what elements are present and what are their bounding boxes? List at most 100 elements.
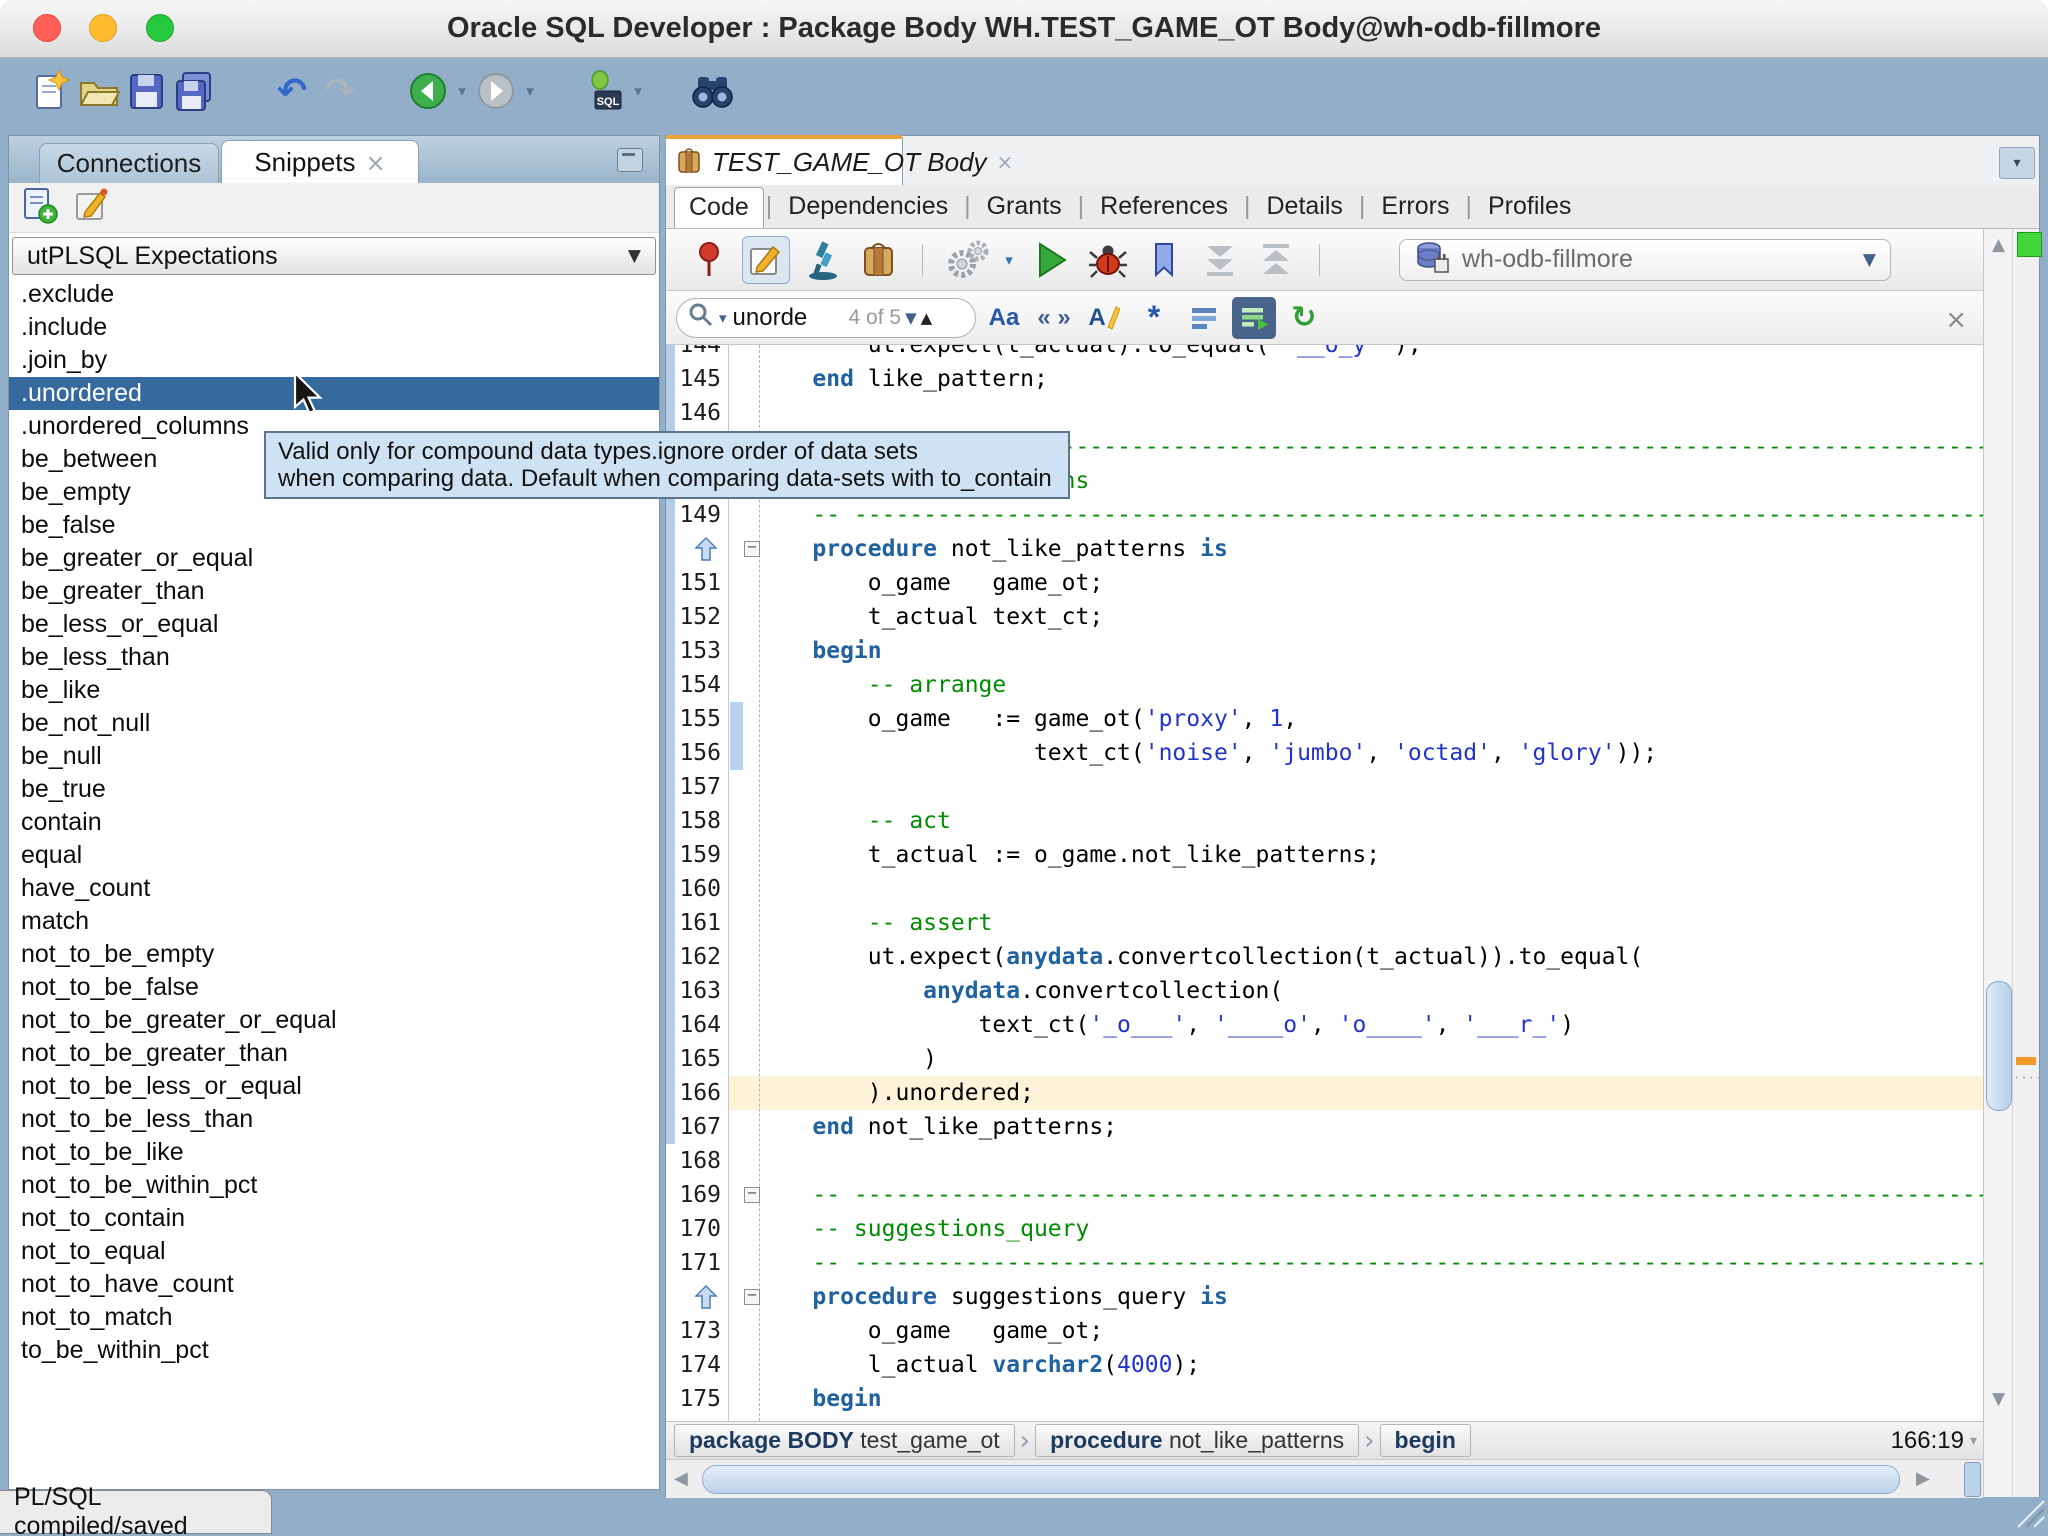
add-snippet-icon[interactable]: [21, 185, 59, 230]
code-line[interactable]: 151 o_game game_ot;: [666, 566, 1983, 600]
code-line[interactable]: 163 anydata.convertcollection(: [666, 974, 1983, 1008]
bookmark-icon[interactable]: [1141, 236, 1187, 284]
tab-snippets[interactable]: Snippets ×: [221, 140, 419, 184]
code-line[interactable]: 159 t_actual := o_game.not_like_patterns…: [666, 838, 1983, 872]
code-line[interactable]: 170 -- suggestions_query: [666, 1212, 1983, 1246]
code-line[interactable]: 146: [666, 396, 1983, 430]
match-case-button[interactable]: Aa: [982, 297, 1026, 339]
snippet-category-dropdown[interactable]: utPLSQL Expectations ▼: [12, 237, 656, 275]
snippet-item[interactable]: .join_by: [9, 344, 659, 377]
code-line[interactable]: 145 end like_pattern;: [666, 362, 1983, 396]
snippet-item[interactable]: not_to_be_within_pct: [9, 1169, 659, 1202]
code-line[interactable]: 156 text_ct('noise', 'jumbo', 'octad', '…: [666, 736, 1983, 770]
run-sql-dropdown-icon[interactable]: ▾: [628, 82, 648, 100]
code-line[interactable]: 157: [666, 770, 1983, 804]
forward-dropdown-icon[interactable]: ▾: [520, 82, 540, 100]
chevron-down-icon[interactable]: ▾: [1970, 1433, 1977, 1449]
snippet-item[interactable]: be_not_null: [9, 707, 659, 740]
scroll-down-icon[interactable]: ▼: [1984, 1389, 2013, 1409]
snippet-item[interactable]: be_greater_than: [9, 575, 659, 608]
breadcrumb-segment[interactable]: package BODY test_game_ot: [674, 1424, 1015, 1457]
breadcrumb-segment[interactable]: procedure not_like_patterns: [1035, 1424, 1359, 1457]
run-icon[interactable]: [1029, 236, 1075, 284]
snippet-item[interactable]: match: [9, 905, 659, 938]
compile-dropdown-icon[interactable]: ▾: [999, 251, 1019, 269]
code-line[interactable]: − procedure suggestions_query is: [666, 1280, 1983, 1314]
search-field[interactable]: ▾ 4 of 5 ▼ ▲: [676, 298, 976, 338]
code-line[interactable]: 168: [666, 1144, 1983, 1178]
subtab-references[interactable]: References: [1086, 187, 1242, 226]
procedure-up-arrow-icon[interactable]: [694, 1284, 718, 1315]
code-line[interactable]: 144 ut.expect(t_actual).to_equal( '__o_y…: [666, 345, 1983, 362]
subtab-dependencies[interactable]: Dependencies: [774, 187, 962, 226]
vertical-scrollbar[interactable]: ▲ ▼: [1984, 229, 2013, 1497]
code-line[interactable]: 155 o_game := game_ot('proxy', 1,: [666, 702, 1983, 736]
snippet-item[interactable]: not_to_be_less_or_equal: [9, 1070, 659, 1103]
code-line[interactable]: 149 -- ---------------------------------…: [666, 498, 1983, 532]
code-line[interactable]: 162 ut.expect(anydata.convertcollection(…: [666, 940, 1983, 974]
snippet-item[interactable]: be_like: [9, 674, 659, 707]
subtab-grants[interactable]: Grants: [973, 187, 1076, 226]
code-line[interactable]: 161 -- assert: [666, 906, 1983, 940]
forward-icon[interactable]: [472, 67, 520, 115]
close-tab-icon[interactable]: ×: [366, 149, 386, 177]
snippet-item[interactable]: be_null: [9, 740, 659, 773]
snippet-item[interactable]: be_less_than: [9, 641, 659, 674]
panel-minimize-icon[interactable]: [617, 148, 643, 172]
close-document-icon[interactable]: ×: [997, 150, 1014, 174]
package-body-icon[interactable]: [856, 236, 902, 284]
snippet-item[interactable]: contain: [9, 806, 659, 839]
code-line[interactable]: − procedure not_like_patterns is: [666, 532, 1983, 566]
skip-to-next-icon[interactable]: [1197, 236, 1243, 284]
code-line[interactable]: 167 end not_like_patterns;: [666, 1110, 1983, 1144]
snippet-item[interactable]: not_to_contain: [9, 1202, 659, 1235]
subtab-details[interactable]: Details: [1253, 187, 1357, 226]
tab-connections[interactable]: Connections: [39, 143, 219, 183]
code-line[interactable]: 166 ).unordered;: [666, 1076, 1983, 1110]
debug-bug-icon[interactable]: [1085, 236, 1131, 284]
code-editor[interactable]: 144 ut.expect(t_actual).to_equal( '__o_y…: [666, 345, 1983, 1421]
code-line[interactable]: 154 -- arrange: [666, 668, 1983, 702]
snippet-item[interactable]: .include: [9, 311, 659, 344]
snippet-item[interactable]: equal: [9, 839, 659, 872]
code-line[interactable]: 173 o_game game_ot;: [666, 1314, 1983, 1348]
horizontal-scrollbar[interactable]: ◀ ▶: [666, 1459, 1983, 1498]
code-line[interactable]: 169− -- --------------------------------…: [666, 1178, 1983, 1212]
scroll-left-icon[interactable]: ◀: [674, 1468, 688, 1489]
code-line[interactable]: 171 -- ---------------------------------…: [666, 1246, 1983, 1280]
close-find-bar-icon[interactable]: ×: [1945, 305, 1967, 335]
snippet-item[interactable]: be_greater_or_equal: [9, 542, 659, 575]
snippet-item[interactable]: not_to_be_false: [9, 971, 659, 1004]
overview-warning-mark[interactable]: [2016, 1057, 2036, 1065]
save-icon[interactable]: [122, 67, 170, 115]
code-line[interactable]: 165 ): [666, 1042, 1983, 1076]
code-line[interactable]: 164 text_ct('_o___', '____o', 'o____', '…: [666, 1008, 1983, 1042]
whole-word-button[interactable]: « »: [1032, 297, 1076, 339]
snippet-item[interactable]: .exclude: [9, 278, 659, 311]
code-line[interactable]: 174 l_actual varchar2(4000);: [666, 1348, 1983, 1382]
profiler-microscope-icon[interactable]: [800, 236, 846, 284]
code-line[interactable]: 152 t_actual text_ct;: [666, 600, 1983, 634]
tab-list-dropdown-icon[interactable]: ▾: [1999, 147, 2035, 179]
snippet-item[interactable]: not_to_be_greater_or_equal: [9, 1004, 659, 1037]
compile-gears-icon[interactable]: [943, 236, 989, 284]
connection-selector[interactable]: wh-odb-fillmore ▼: [1399, 239, 1891, 281]
snippet-item[interactable]: not_to_have_count: [9, 1268, 659, 1301]
regex-button[interactable]: *: [1132, 297, 1176, 339]
breadcrumb-segment[interactable]: begin: [1380, 1424, 1471, 1457]
scroll-right-icon[interactable]: ▶: [1916, 1468, 1930, 1489]
incremental-list-button[interactable]: [1232, 297, 1276, 339]
snippet-item[interactable]: be_true: [9, 773, 659, 806]
skip-to-previous-icon[interactable]: [1253, 236, 1299, 284]
edit-snippet-icon[interactable]: [73, 185, 111, 230]
back-dropdown-icon[interactable]: ▾: [452, 82, 472, 100]
search-binoculars-icon[interactable]: [688, 67, 736, 115]
snippet-item[interactable]: not_to_be_greater_than: [9, 1037, 659, 1070]
code-line[interactable]: 160: [666, 872, 1983, 906]
code-line[interactable]: 158 -- act: [666, 804, 1983, 838]
snippet-item[interactable]: to_be_within_pct: [9, 1334, 659, 1367]
previous-match-icon[interactable]: ▼: [905, 309, 917, 327]
resize-grip-icon[interactable]: [2012, 1495, 2046, 1534]
snippet-item[interactable]: be_less_or_equal: [9, 608, 659, 641]
code-line[interactable]: 175 begin: [666, 1382, 1983, 1416]
